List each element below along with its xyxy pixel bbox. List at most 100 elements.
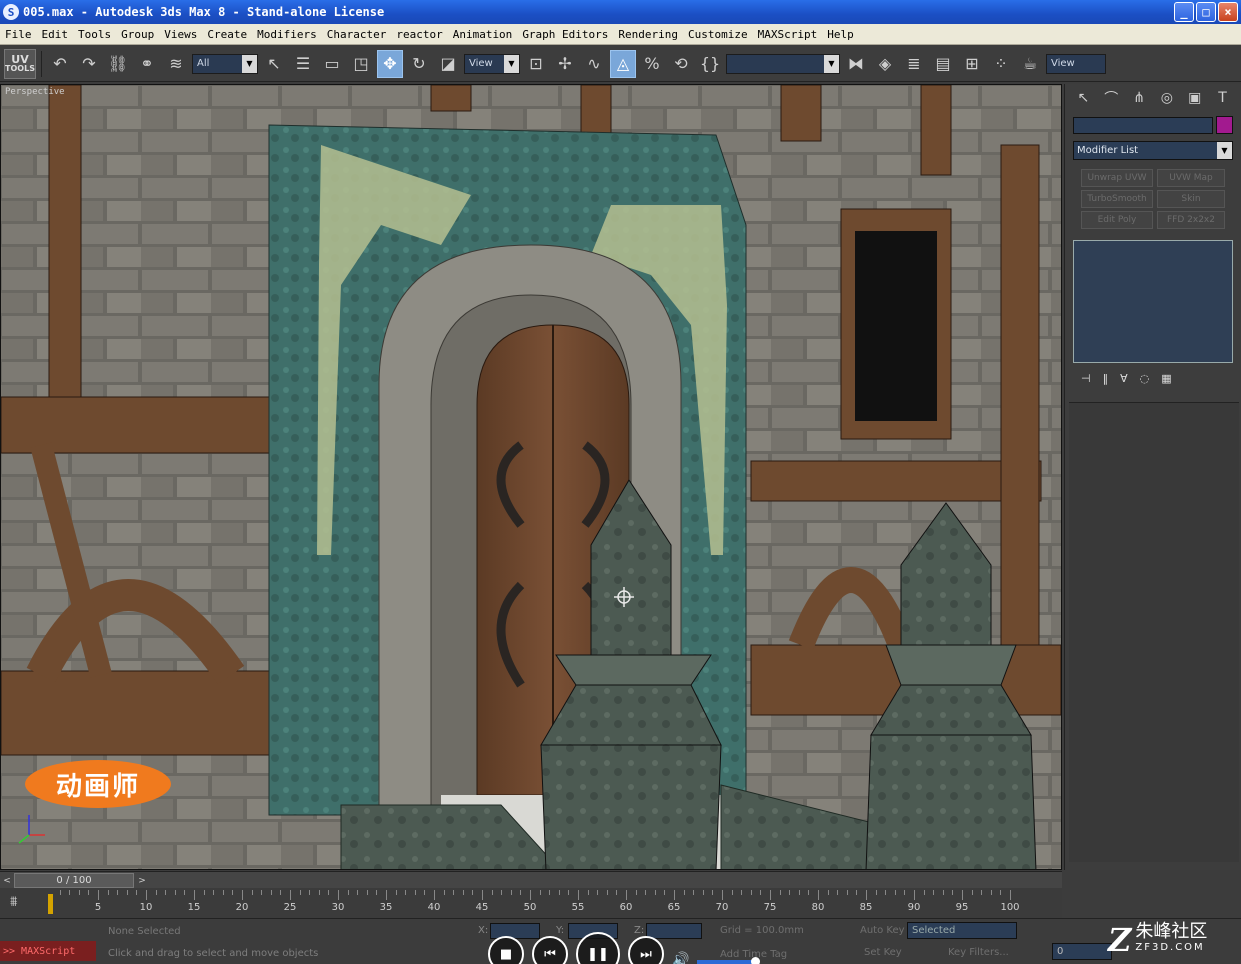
next-icon[interactable]: ⏭ — [628, 936, 664, 964]
curve-editor-icon[interactable]: ▤ — [930, 50, 956, 78]
auto-key-button[interactable]: Auto Key — [860, 925, 905, 936]
object-color-swatch[interactable] — [1216, 116, 1233, 134]
track-tick — [866, 890, 867, 900]
menu-character[interactable]: Character — [322, 28, 392, 41]
track-bar[interactable]: ⩩ 5 10 15 20 25 30 35 40 45 50 55 60 65 70 75 80 85 90 95 1… — [0, 888, 1062, 918]
track-tick — [770, 890, 771, 900]
menu-group[interactable]: Group — [116, 28, 159, 41]
menu-create[interactable]: Create — [202, 28, 252, 41]
curve-editor-mini-icon[interactable]: ⩩ — [10, 894, 17, 910]
selection-filter-dropdown[interactable]: All ▼ — [192, 53, 258, 74]
modifier-list-dropdown[interactable]: Modifier List ▼ — [1073, 141, 1233, 160]
utilities-tab-icon[interactable]: T — [1210, 88, 1235, 108]
volume-knob[interactable] — [751, 957, 761, 964]
key-mode-dropdown[interactable]: Selected — [907, 922, 1017, 939]
pause-icon[interactable]: ❚❚ — [576, 932, 620, 964]
menu-tools[interactable]: Tools — [73, 28, 116, 41]
configure-sets-icon[interactable]: ▦ — [1161, 372, 1171, 385]
ffd-button[interactable]: FFD 2x2x2 — [1157, 211, 1225, 229]
key-filters-button[interactable]: Key Filters... — [948, 947, 1009, 958]
render-type-dropdown[interactable]: View — [1046, 53, 1106, 74]
select-link-icon[interactable]: ⛓ — [105, 50, 131, 78]
track-minor-tick — [174, 890, 176, 895]
pivot-center-icon[interactable]: ⊡ — [523, 50, 549, 78]
menu-animation[interactable]: Animation — [448, 28, 518, 41]
spinner-snap-icon[interactable]: ⟲ — [668, 50, 694, 78]
menu-file[interactable]: File — [0, 28, 37, 41]
reference-coordinate-dropdown[interactable]: View ▼ — [464, 53, 520, 74]
create-tab-icon[interactable]: ↖ — [1071, 88, 1096, 108]
pin-stack-icon[interactable]: ⊣ — [1081, 372, 1091, 385]
select-and-scale-icon[interactable]: ◪ — [435, 50, 461, 78]
manipulate-icon[interactable]: ✢ — [552, 50, 578, 78]
track-minor-tick — [270, 890, 272, 895]
volume-slider[interactable] — [697, 957, 761, 964]
maxscript-listener[interactable]: >> MAXScript — [0, 941, 96, 961]
perspective-viewport[interactable]: Perspective 动画师 — [0, 84, 1062, 870]
previous-frame-icon[interactable]: < — [1, 873, 13, 888]
unwrap-uvw-button[interactable]: Unwrap UVW — [1081, 169, 1153, 187]
select-and-move-icon[interactable]: ✥ — [377, 49, 403, 78]
motion-tab-icon[interactable]: ◎ — [1154, 88, 1179, 108]
select-by-name-icon[interactable]: ☰ — [290, 50, 316, 78]
next-frame-icon[interactable]: > — [136, 873, 148, 888]
edit-named-selection-icon[interactable]: {} — [697, 50, 723, 78]
stop-icon[interactable]: ■ — [488, 936, 524, 964]
menu-views[interactable]: Views — [159, 28, 202, 41]
snap-toggle-icon[interactable]: ∿ — [581, 50, 607, 78]
mirror-icon[interactable]: ⧓ — [843, 50, 869, 78]
menu-edit[interactable]: Edit — [37, 28, 74, 41]
current-frame-field[interactable]: 0 — [1052, 943, 1112, 960]
percent-snap-icon[interactable]: % — [639, 50, 665, 78]
modifier-stack[interactable] — [1073, 240, 1233, 363]
align-icon[interactable]: ◈ — [872, 50, 898, 78]
minimize-button[interactable]: _ — [1174, 2, 1194, 22]
make-unique-icon[interactable]: ∀ — [1120, 372, 1128, 385]
menu-customize[interactable]: Customize — [683, 28, 753, 41]
hierarchy-tab-icon[interactable]: ⋔ — [1127, 88, 1152, 108]
schematic-view-icon[interactable]: ⊞ — [959, 50, 985, 78]
time-slider[interactable]: < 0 / 100 > — [0, 871, 1062, 888]
object-name-field[interactable] — [1073, 117, 1213, 134]
edit-poly-button[interactable]: Edit Poly — [1081, 211, 1153, 229]
uvw-map-button[interactable]: UVW Map — [1157, 169, 1225, 187]
track-minor-tick — [69, 890, 71, 895]
track-minor-tick — [222, 890, 224, 895]
viewport-label[interactable]: Perspective — [5, 87, 65, 97]
modify-tab-icon[interactable]: ⌒ — [1099, 88, 1124, 108]
material-editor-icon[interactable]: ⁘ — [988, 50, 1014, 78]
set-key-button[interactable]: Set Key — [864, 947, 902, 958]
time-slider-thumb[interactable]: 0 / 100 — [14, 873, 134, 888]
select-object-icon[interactable]: ↖ — [261, 50, 287, 78]
window-crossing-icon[interactable]: ◳ — [348, 50, 374, 78]
undo-icon[interactable]: ↶ — [47, 50, 73, 78]
unlink-icon[interactable]: ⚭ — [134, 50, 160, 78]
turbosmooth-button[interactable]: TurboSmooth — [1081, 190, 1153, 208]
show-end-result-icon[interactable]: ‖ — [1103, 372, 1109, 385]
rectangular-selection-icon[interactable]: ▭ — [319, 50, 345, 78]
render-scene-icon[interactable]: ☕ — [1017, 50, 1043, 78]
menu-reactor[interactable]: reactor — [391, 28, 447, 41]
close-button[interactable]: × — [1218, 2, 1238, 22]
maximize-button[interactable]: □ — [1196, 2, 1216, 22]
select-and-rotate-icon[interactable]: ↻ — [406, 50, 432, 78]
track-tick-label: 25 — [283, 902, 297, 913]
menu-graph-editors[interactable]: Graph Editors — [517, 28, 613, 41]
menu-maxscript[interactable]: MAXScript — [753, 28, 823, 41]
layer-manager-icon[interactable]: ≣ — [901, 50, 927, 78]
uv-tools-label: UV — [11, 52, 29, 66]
named-selection-dropdown[interactable]: ▼ — [726, 53, 840, 74]
remove-modifier-icon[interactable]: ◌ — [1140, 372, 1150, 385]
uv-tools-button[interactable]: UV TOOLS — [4, 48, 36, 79]
redo-icon[interactable]: ↷ — [76, 50, 102, 78]
previous-icon[interactable]: ⏮ — [532, 936, 568, 964]
display-tab-icon[interactable]: ▣ — [1182, 88, 1207, 108]
bind-space-warp-icon[interactable]: ≋ — [163, 50, 189, 78]
angle-snap-icon[interactable]: ◬ — [610, 49, 636, 78]
menu-modifiers[interactable]: Modifiers — [252, 28, 322, 41]
menu-help[interactable]: Help — [822, 28, 859, 41]
skin-button[interactable]: Skin — [1157, 190, 1225, 208]
volume-icon[interactable]: 🔊 — [672, 952, 689, 964]
menu-rendering[interactable]: Rendering — [613, 28, 683, 41]
track-minor-tick — [88, 890, 90, 895]
